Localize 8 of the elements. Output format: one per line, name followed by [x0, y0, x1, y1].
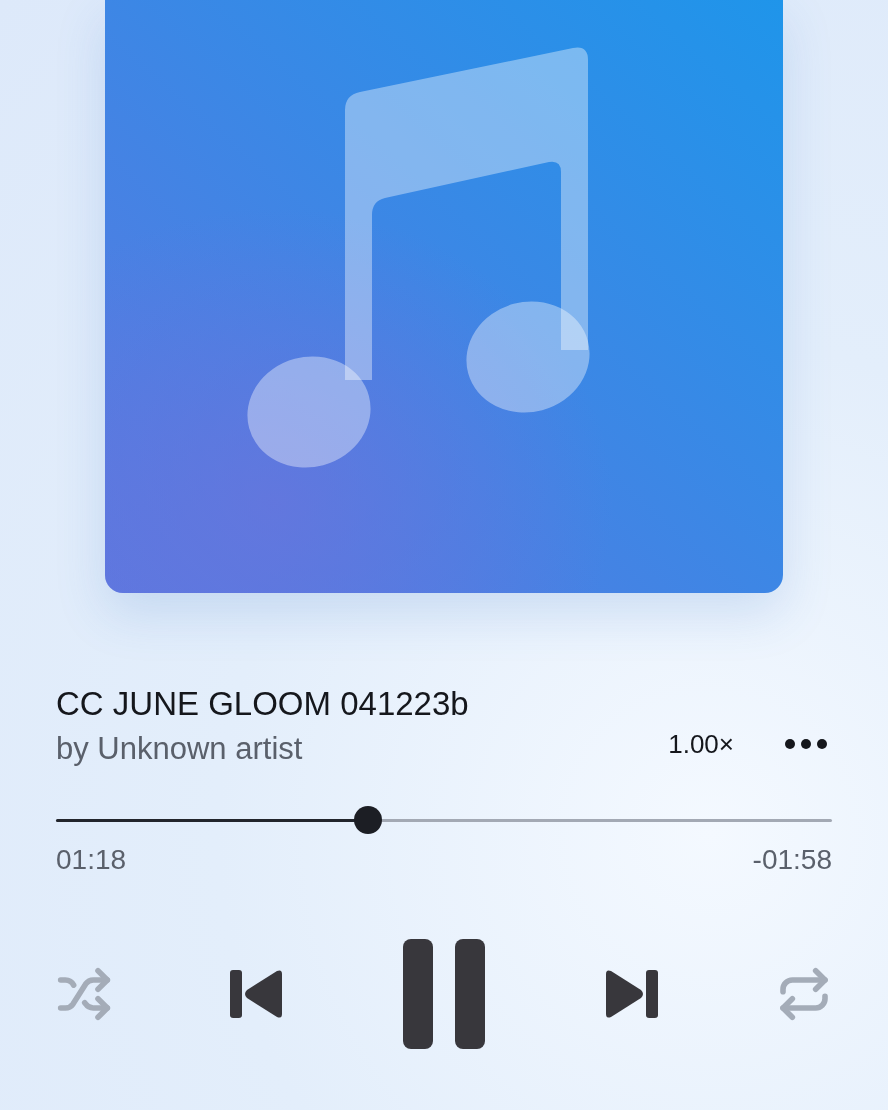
artist-name: by Unknown artist [56, 731, 304, 767]
playback-speed-button[interactable]: 1.00× [668, 728, 734, 760]
elapsed-time: 01:18 [56, 844, 127, 876]
track-title: CC JUNE GLOOM 041223b [56, 685, 469, 723]
more-icon[interactable] [784, 738, 828, 750]
pause-icon[interactable] [402, 938, 486, 1050]
remaining-time: -01:58 [752, 844, 832, 876]
progress-thumb[interactable] [353, 806, 382, 834]
